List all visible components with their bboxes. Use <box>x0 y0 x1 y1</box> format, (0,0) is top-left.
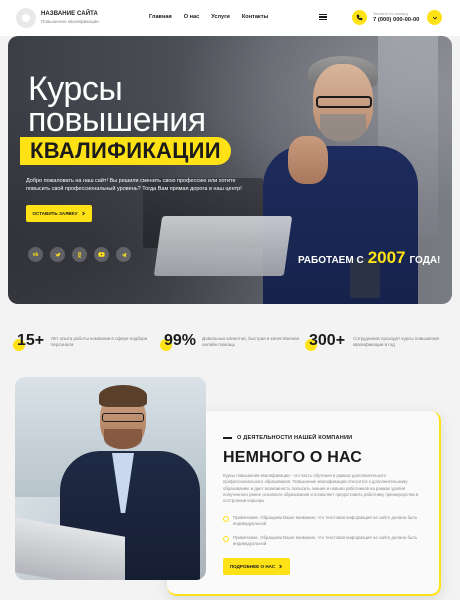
hero-highlight-text: КВАЛИФИКАЦИИ <box>30 138 221 163</box>
logo[interactable] <box>16 8 36 28</box>
leave-request-label: ОСТАВИТЬ ЗАЯВКУ <box>32 211 78 216</box>
site-header: НАЗВАНИЕ САЙТА Повышение квалификации Гл… <box>0 0 460 36</box>
site-subtitle: Повышение квалификации <box>41 19 99 24</box>
arrow-right-icon <box>81 211 85 216</box>
leave-request-button[interactable]: ОСТАВИТЬ ЗАЯВКУ <box>26 205 92 222</box>
works-since-prefix: РАБОТАЕМ С <box>298 255 364 266</box>
about-note: Примечание. Обращаем Ваше внимание, что … <box>223 535 423 548</box>
about-description: Курсы повышения квалификации - это часть… <box>223 473 419 504</box>
works-since: РАБОТАЕМ С 2007 ГОДА! <box>298 248 440 268</box>
kicker-dash <box>223 437 232 439</box>
telegram-icon[interactable] <box>116 247 131 262</box>
hero-description: Добро пожаловать на наш сайт! Вы решили … <box>26 178 242 192</box>
about-note-text: Примечание. Обращаем Ваше внимание, что … <box>233 535 418 547</box>
stat-employees-number: 300+ <box>309 332 346 349</box>
vk-icon[interactable]: vk <box>28 247 43 262</box>
about-photo <box>15 377 206 580</box>
about-kicker-text: О ДЕЯТЕЛЬНОСТИ НАШЕЙ КОМПАНИИ <box>237 435 353 441</box>
about-more-button[interactable]: ПОДРОБНЕЕ О НАС <box>223 558 290 575</box>
chevron-down-icon[interactable] <box>427 10 442 25</box>
nav-item-contacts[interactable]: Контакты <box>242 14 268 20</box>
about-title: НЕМНОГО О НАС <box>223 449 363 466</box>
stat-employees-text: Сотрудников проходят курсы повышения ква… <box>353 336 439 348</box>
about-note-text: Примечание. Обращаем Ваше внимание, что … <box>233 515 418 527</box>
phone-number[interactable]: 7 (000) 000-00-00 <box>373 17 419 23</box>
hero-banner: Курсы повышения КВАЛИФИКАЦИИ Добро пожал… <box>8 36 452 304</box>
stat-experience-number: 15+ <box>17 332 45 349</box>
social-links: vk <box>28 247 131 262</box>
note-bullet-icon <box>223 515 229 522</box>
youtube-icon[interactable] <box>94 247 109 262</box>
site-name[interactable]: НАЗВАНИЕ САЙТА <box>41 11 98 17</box>
about-more-label: ПОДРОБНЕЕ О НАС <box>229 564 276 569</box>
stat-experience-text: Лет опыта работы компании в сфере подбор… <box>51 336 148 348</box>
note-bullet-icon <box>223 535 229 542</box>
works-since-suffix: ГОДА! <box>409 255 441 266</box>
hero-title: Курсы повышения <box>28 72 206 139</box>
about-note: Примечание. Обращаем Ваше внимание, что … <box>223 515 423 528</box>
about-kicker: О ДЕЯТЕЛЬНОСТИ НАШЕЙ КОМПАНИИ <box>223 435 352 441</box>
hero-highlight: КВАЛИФИКАЦИИ <box>20 137 231 165</box>
nav-item-home[interactable]: Главная <box>149 14 172 20</box>
hero-laptop-image <box>153 216 293 276</box>
twitter-icon[interactable] <box>50 247 65 262</box>
ok-icon[interactable] <box>72 247 87 262</box>
main-nav: Главная О нас Услуги Контакты <box>149 14 268 20</box>
menu-icon[interactable] <box>319 12 327 22</box>
nav-item-about[interactable]: О нас <box>184 14 200 20</box>
stat-clients-number: 99% <box>164 332 197 349</box>
phone-icon[interactable] <box>352 10 367 25</box>
arrow-right-icon <box>279 564 283 569</box>
phone-label: Звоните по номеру <box>373 11 409 16</box>
hero-title-line-2: повышения <box>28 101 206 139</box>
works-since-year: 2007 <box>367 248 406 267</box>
stat-clients-text: Довольных клиентов, быстрая и качественн… <box>202 336 300 348</box>
nav-item-services[interactable]: Услуги <box>211 14 230 20</box>
